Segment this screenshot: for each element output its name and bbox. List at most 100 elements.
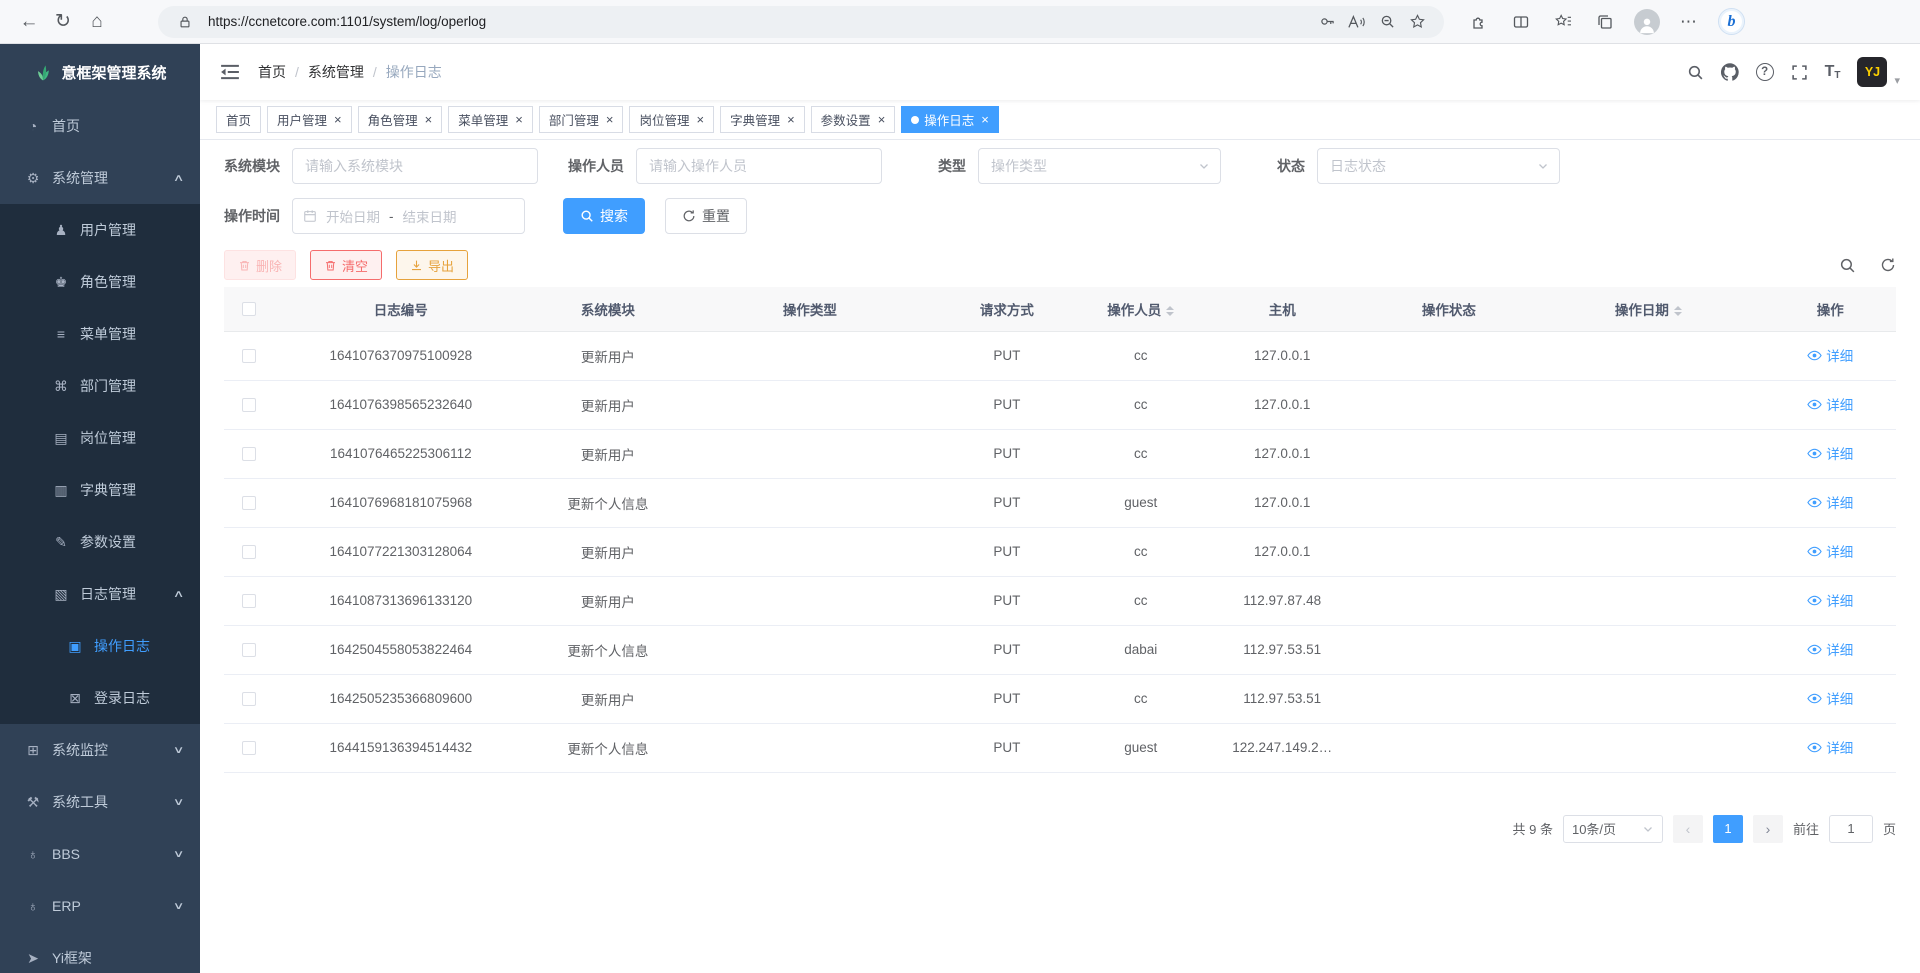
extensions-puzzle-icon[interactable]: [1466, 9, 1492, 35]
page-size-select[interactable]: 10条/页: [1563, 815, 1663, 843]
goto-page-input[interactable]: [1829, 815, 1873, 843]
sidebar-item-bbs[interactable]: ♁BBS∨: [0, 828, 200, 880]
sidebar-item-menu-management[interactable]: ≡菜单管理: [0, 308, 200, 360]
close-icon[interactable]: ×: [878, 113, 886, 126]
tab-dict-management[interactable]: 字典管理×: [720, 106, 805, 133]
split-screen-icon[interactable]: [1508, 9, 1534, 35]
sidebar-item-department-management[interactable]: ⌘部门管理: [0, 360, 200, 412]
detail-link[interactable]: 详细: [1807, 443, 1853, 463]
row-checkbox[interactable]: [242, 692, 256, 706]
refresh-table-icon[interactable]: [1880, 257, 1896, 273]
search-button[interactable]: 搜索: [563, 198, 645, 234]
sidebar-item-operation-log[interactable]: ▣操作日志: [0, 620, 200, 672]
collections-icon[interactable]: [1592, 9, 1618, 35]
browser-back-icon[interactable]: ←: [12, 5, 46, 39]
detail-link[interactable]: 详细: [1807, 688, 1853, 708]
row-checkbox[interactable]: [242, 741, 256, 755]
row-checkbox[interactable]: [242, 398, 256, 412]
tab-role-management[interactable]: 角色管理×: [358, 106, 443, 133]
favorites-bar-icon[interactable]: [1550, 9, 1576, 35]
delete-button[interactable]: 删除: [224, 250, 296, 280]
sort-icon[interactable]: [1674, 306, 1682, 316]
sidebar-item-system-tools[interactable]: ⚒系统工具∨: [0, 776, 200, 828]
date-range-input[interactable]: 开始日期 - 结束日期: [292, 198, 525, 234]
browser-home-icon[interactable]: ⌂: [80, 5, 114, 39]
module-input[interactable]: [292, 148, 538, 184]
type-select[interactable]: 操作类型: [978, 148, 1221, 184]
prev-page-button[interactable]: ‹: [1673, 815, 1703, 843]
row-checkbox[interactable]: [242, 349, 256, 363]
sidebar-item-user-management[interactable]: ♟用户管理: [0, 204, 200, 256]
toggle-search-icon[interactable]: [1839, 257, 1856, 274]
browser-refresh-icon[interactable]: ↻: [46, 5, 80, 39]
row-checkbox[interactable]: [242, 545, 256, 559]
next-page-button[interactable]: ›: [1753, 815, 1783, 843]
pagination-total: 共 9 条: [1513, 819, 1553, 838]
breadcrumb-item-system[interactable]: 系统管理: [308, 62, 364, 82]
close-icon[interactable]: ×: [425, 113, 433, 126]
tab-department-management[interactable]: 部门管理×: [539, 106, 624, 133]
row-checkbox[interactable]: [242, 594, 256, 608]
profile-avatar[interactable]: [1634, 9, 1660, 35]
fullscreen-icon[interactable]: [1791, 64, 1808, 81]
detail-link[interactable]: 详细: [1807, 492, 1853, 512]
font-size-icon[interactable]: TT: [1825, 63, 1841, 81]
bing-copilot-icon[interactable]: b: [1718, 8, 1745, 35]
detail-link[interactable]: 详细: [1807, 541, 1853, 561]
sidebar-item-role-management[interactable]: ♚角色管理: [0, 256, 200, 308]
tab-param-settings[interactable]: 参数设置×: [811, 106, 896, 133]
close-icon[interactable]: ×: [334, 113, 342, 126]
sidebar-item-dict-management[interactable]: ▥字典管理: [0, 464, 200, 516]
browser-address-bar[interactable]: https://ccnetcore.com:1101/system/log/op…: [158, 6, 1444, 38]
tab-operation-log[interactable]: 操作日志×: [901, 106, 999, 133]
tab-menu-management[interactable]: 菜单管理×: [448, 106, 533, 133]
close-icon[interactable]: ×: [981, 113, 989, 126]
column-header-operator[interactable]: 操作人员: [1083, 287, 1199, 331]
collapse-menu-icon[interactable]: [220, 63, 240, 81]
detail-link[interactable]: 详细: [1807, 737, 1853, 757]
select-all-checkbox[interactable]: [242, 302, 256, 316]
reset-button[interactable]: 重置: [665, 198, 747, 234]
tab-home[interactable]: 首页: [216, 106, 261, 133]
password-key-icon[interactable]: [1312, 9, 1342, 35]
clear-button[interactable]: 清空: [310, 250, 382, 280]
close-icon[interactable]: ×: [696, 113, 704, 126]
cell-operator: guest: [1083, 723, 1199, 772]
sidebar-item-system-management[interactable]: ⚙系统管理∧: [0, 152, 200, 204]
column-header-date[interactable]: 操作日期: [1532, 287, 1764, 331]
detail-link[interactable]: 详细: [1807, 590, 1853, 610]
operator-input[interactable]: [636, 148, 882, 184]
sort-icon[interactable]: [1166, 306, 1174, 316]
export-button[interactable]: 导出: [396, 250, 468, 280]
sidebar-item-erp[interactable]: ♁ERP∨: [0, 880, 200, 932]
row-checkbox[interactable]: [242, 643, 256, 657]
breadcrumb-item-home[interactable]: 首页: [258, 62, 286, 82]
detail-link[interactable]: 详细: [1807, 345, 1853, 365]
close-icon[interactable]: ×: [606, 113, 614, 126]
close-icon[interactable]: ×: [787, 113, 795, 126]
current-page[interactable]: 1: [1713, 815, 1743, 843]
browser-menu-icon[interactable]: ⋯: [1676, 9, 1702, 35]
detail-link[interactable]: 详细: [1807, 394, 1853, 414]
github-icon[interactable]: [1721, 63, 1739, 81]
sidebar-item-param-settings[interactable]: ✎参数设置: [0, 516, 200, 568]
sidebar-item-home[interactable]: ◔首页: [0, 100, 200, 152]
sidebar-item-log-management[interactable]: ▧日志管理∧: [0, 568, 200, 620]
search-icon[interactable]: [1687, 64, 1704, 81]
detail-link[interactable]: 详细: [1807, 639, 1853, 659]
sidebar-item-system-monitor[interactable]: ⊞系统监控∨: [0, 724, 200, 776]
sidebar-item-yi-framework[interactable]: ➤Yi框架: [0, 932, 200, 973]
close-icon[interactable]: ×: [515, 113, 523, 126]
favorites-star-icon[interactable]: [1402, 9, 1432, 35]
user-logo-badge[interactable]: YJ: [1857, 57, 1887, 87]
row-checkbox[interactable]: [242, 447, 256, 461]
read-aloud-icon[interactable]: [1342, 9, 1372, 35]
sidebar-item-post-management[interactable]: ▤岗位管理: [0, 412, 200, 464]
tab-post-management[interactable]: 岗位管理×: [629, 106, 714, 133]
tab-user-management[interactable]: 用户管理×: [267, 106, 352, 133]
sidebar-item-login-log[interactable]: ⊠登录日志: [0, 672, 200, 724]
status-select[interactable]: 日志状态: [1317, 148, 1560, 184]
row-checkbox[interactable]: [242, 496, 256, 510]
help-icon[interactable]: ?: [1756, 63, 1774, 81]
zoom-out-icon[interactable]: [1372, 9, 1402, 35]
